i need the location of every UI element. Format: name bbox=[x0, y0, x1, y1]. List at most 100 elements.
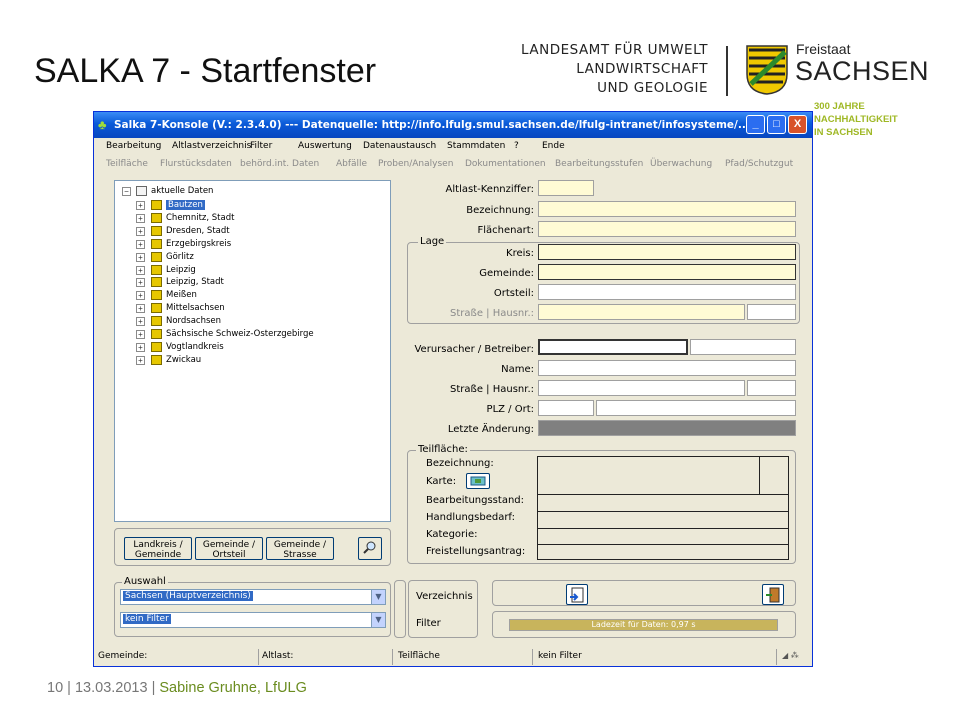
filter-label: Filter bbox=[416, 618, 441, 629]
gemeinde-ortsteil-button[interactable]: Gemeinde / Ortsteil bbox=[195, 537, 263, 560]
gemeinde-strasse-button[interactable]: Gemeinde / Strasse bbox=[266, 537, 334, 560]
tab-flurstuecksdaten[interactable]: Flurstücksdaten bbox=[160, 159, 232, 169]
tree-item[interactable]: Chemnitz, Stadt bbox=[166, 213, 234, 223]
strasse-label: Straße | Hausnr.: bbox=[450, 384, 534, 395]
bezeichnung-label: Bezeichnung: bbox=[466, 205, 534, 216]
strasse-lage-field[interactable] bbox=[538, 304, 745, 320]
tree-expand-toggle[interactable]: + bbox=[136, 330, 145, 339]
strasse-field[interactable] bbox=[538, 380, 745, 396]
county-icon bbox=[151, 329, 162, 339]
hausnr-lage-field[interactable] bbox=[747, 304, 796, 320]
tab-pfad-schutzgut[interactable]: Pfad/Schutzgut bbox=[725, 159, 793, 169]
bezeichnung-field[interactable] bbox=[538, 201, 796, 217]
county-icon bbox=[151, 251, 162, 262]
county-icon bbox=[151, 225, 162, 236]
ortsteil-field[interactable] bbox=[538, 284, 796, 300]
tree-expand-toggle[interactable]: + bbox=[136, 226, 145, 236]
gemeinde-field[interactable] bbox=[538, 264, 796, 280]
name-field[interactable] bbox=[538, 360, 796, 376]
tree-item[interactable]: Erzgebirgskreis bbox=[166, 239, 231, 249]
database-icon bbox=[136, 186, 147, 196]
status-filter: kein Filter bbox=[538, 651, 582, 661]
menu-auswertung[interactable]: Auswertung bbox=[298, 141, 352, 151]
chevron-down-icon[interactable]: ▼ bbox=[371, 590, 385, 604]
salka-window: ♣ Salka 7-Konsole (V.: 2.3.4.0) --- Date… bbox=[93, 111, 813, 667]
status-altlast: Altlast: bbox=[262, 651, 294, 661]
maximize-button[interactable]: □ bbox=[767, 115, 786, 134]
tree-expand-toggle[interactable]: + bbox=[136, 213, 145, 223]
tab-ueberwachung[interactable]: Überwachung bbox=[650, 159, 712, 169]
freistaat-label: Freistaat bbox=[796, 41, 851, 57]
tree-expand-toggle[interactable]: + bbox=[136, 239, 145, 249]
tree-item[interactable]: Görlitz bbox=[166, 252, 194, 262]
menu-filter[interactable]: Filter bbox=[250, 141, 272, 151]
tf-karte-label: Karte: bbox=[426, 476, 457, 487]
flaechenart-field[interactable] bbox=[538, 221, 796, 237]
minimize-button[interactable]: _ bbox=[746, 115, 765, 134]
tree-item[interactable]: Sächsische Schweiz-Osterzgebirge bbox=[166, 329, 314, 339]
menu-ende[interactable]: Ende bbox=[542, 141, 565, 151]
tree-expand-toggle[interactable]: + bbox=[136, 278, 145, 288]
filter-select[interactable]: kein Filter ▼ bbox=[120, 612, 386, 628]
tab-bearbeitungsstufen[interactable]: Bearbeitungsstufen bbox=[555, 159, 643, 169]
landkreis-gemeinde-button[interactable]: Landkreis / Gemeinde bbox=[124, 537, 192, 560]
search-button[interactable] bbox=[358, 537, 382, 560]
tree-item[interactable]: Meißen bbox=[166, 290, 197, 300]
tree-item[interactable]: Bautzen bbox=[166, 200, 205, 210]
footer-date: 13.03.2013 bbox=[74, 680, 148, 696]
tab-abfaelle[interactable]: Abfälle bbox=[336, 159, 367, 169]
saxony-coat-of-arms-icon bbox=[746, 45, 788, 95]
close-button[interactable]: X bbox=[788, 115, 807, 134]
window-titlebar[interactable]: ♣ Salka 7-Konsole (V.: 2.3.4.0) --- Date… bbox=[94, 112, 812, 138]
import-button[interactable] bbox=[566, 584, 588, 605]
ort-field[interactable] bbox=[596, 400, 796, 416]
menu-datenaustausch[interactable]: Datenaustausch bbox=[363, 141, 436, 151]
tree-expand-toggle[interactable]: + bbox=[136, 252, 145, 262]
tree-expand-toggle[interactable]: + bbox=[136, 291, 145, 301]
tab-proben-analysen[interactable]: Proben/Analysen bbox=[378, 159, 453, 169]
tree-expand-toggle[interactable]: + bbox=[136, 201, 145, 210]
tree-item[interactable]: Leipzig, Stadt bbox=[166, 277, 224, 287]
verzeichnis-select[interactable]: Sachsen (Hauptverzeichnis) ▼ bbox=[120, 589, 386, 605]
menu-altlastverzeichnis[interactable]: Altlastverzeichnis bbox=[172, 141, 251, 151]
plz-field[interactable] bbox=[538, 400, 594, 416]
logo-divider bbox=[726, 46, 728, 96]
tree-collapse-toggle[interactable]: − bbox=[122, 187, 131, 196]
gemeinde-ortsteil-line-2: Ortsteil bbox=[212, 550, 246, 560]
tree-expand-toggle[interactable]: + bbox=[136, 355, 145, 365]
tab-teilflaeche[interactable]: Teilfläche bbox=[106, 159, 148, 169]
tab-dokumentationen[interactable]: Dokumentationen bbox=[465, 159, 546, 169]
menu-bar: Bearbeitung Altlastverzeichnis Filter Au… bbox=[94, 138, 812, 156]
tree-item[interactable]: Dresden, Stadt bbox=[166, 226, 230, 236]
anniversary-line-1: 300 JAHRE bbox=[814, 101, 865, 112]
exit-button[interactable] bbox=[762, 584, 784, 605]
county-tree[interactable]: − aktuelle Daten + Bautzen + Chemnitz, Stad… bbox=[114, 180, 391, 522]
tree-expand-toggle[interactable]: + bbox=[136, 265, 145, 275]
tree-item[interactable]: Vogtlandkreis bbox=[166, 342, 224, 352]
menu-help[interactable]: ? bbox=[514, 141, 519, 151]
kreis-field[interactable] bbox=[538, 244, 796, 260]
verursacher-extra-field[interactable] bbox=[690, 339, 796, 355]
tree-expand-toggle[interactable]: + bbox=[136, 317, 145, 327]
tf-bezeichnung-label: Bezeichnung: bbox=[426, 458, 494, 469]
tree-item[interactable]: Mittelsachsen bbox=[166, 303, 225, 313]
tab-behoerd-daten[interactable]: behörd.int. Daten bbox=[240, 159, 319, 169]
karte-button[interactable] bbox=[466, 473, 490, 489]
name-label: Name: bbox=[501, 364, 534, 375]
resize-grip-icon[interactable]: ◢ ⁂ bbox=[782, 651, 799, 660]
hausnr-field[interactable] bbox=[747, 380, 796, 396]
verzeichnis-filter-box bbox=[408, 580, 478, 638]
chevron-down-icon[interactable]: ▼ bbox=[371, 613, 385, 627]
tree-expand-toggle[interactable]: + bbox=[136, 342, 145, 352]
county-icon bbox=[151, 354, 162, 365]
tree-item[interactable]: Leipzig bbox=[166, 265, 196, 275]
verursacher-field[interactable] bbox=[538, 339, 688, 355]
menu-bearbeitung[interactable]: Bearbeitung bbox=[106, 141, 161, 151]
tf-bearbeitungsstand-label: Bearbeitungsstand: bbox=[426, 495, 524, 506]
altlast-kennziffer-field[interactable] bbox=[538, 180, 594, 196]
tree-root[interactable]: aktuelle Daten bbox=[151, 186, 213, 196]
tree-item[interactable]: Zwickau bbox=[166, 355, 201, 365]
tree-item[interactable]: Nordsachsen bbox=[166, 316, 221, 326]
tree-expand-toggle[interactable]: + bbox=[136, 304, 145, 314]
menu-stammdaten[interactable]: Stammdaten bbox=[447, 141, 505, 151]
